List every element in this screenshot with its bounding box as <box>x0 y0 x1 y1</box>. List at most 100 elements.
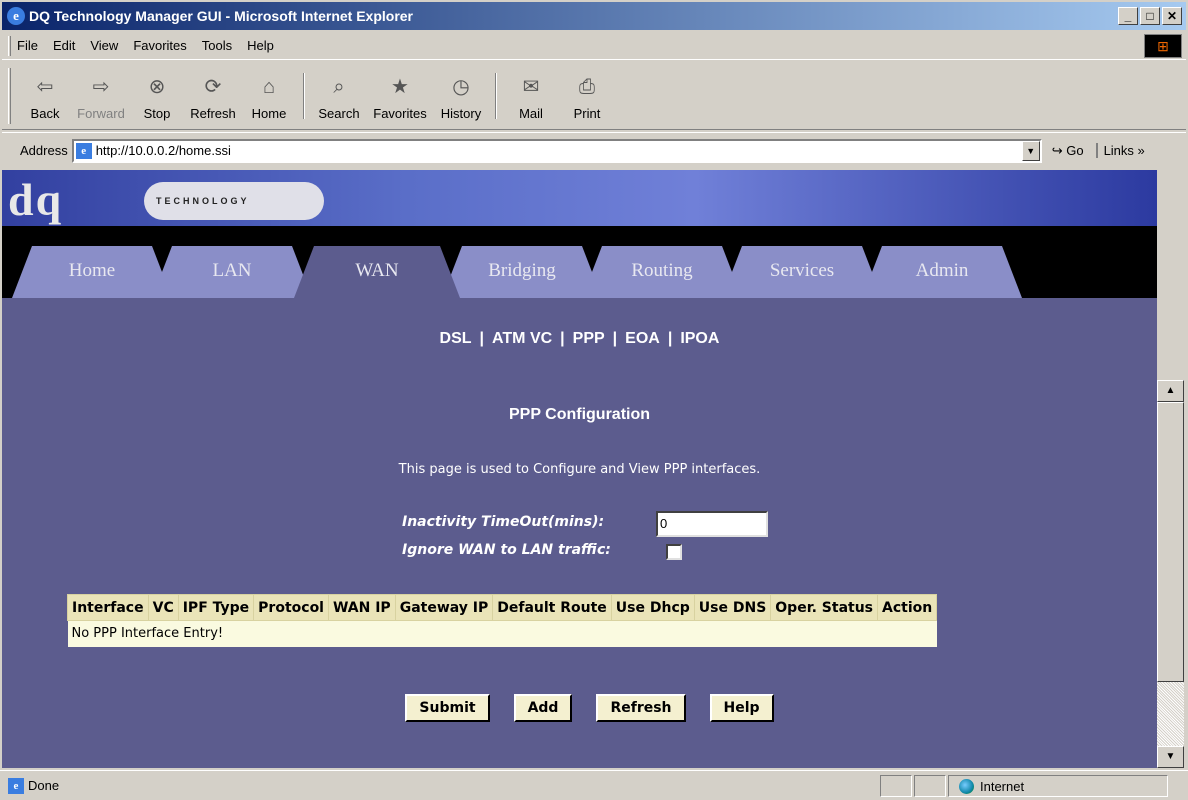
maximize-button[interactable]: □ <box>1140 7 1160 25</box>
tab-routing[interactable]: Routing <box>582 246 742 298</box>
print-icon: ⎙ <box>579 75 595 98</box>
menu-tools[interactable]: Tools <box>202 38 232 53</box>
address-bar: Address e http://10.0.0.2/home.ssi ▼ ↪ G… <box>2 132 1186 168</box>
address-label: Address <box>20 143 68 158</box>
close-button[interactable]: ✕ <box>1162 7 1182 25</box>
title-bar: e DQ Technology Manager GUI - Microsoft … <box>2 2 1186 30</box>
toolbar-separator <box>303 72 305 119</box>
go-label: Go <box>1066 142 1084 158</box>
add-button[interactable]: Add <box>513 694 573 722</box>
submit-button[interactable]: Submit <box>405 694 490 722</box>
scroll-thumb[interactable] <box>1157 402 1184 682</box>
col-wan-ip: WAN IP <box>327 594 396 621</box>
action-buttons: Submit Add Refresh Help <box>2 694 1157 722</box>
links-button[interactable]: Links » <box>1095 143 1145 158</box>
col-action: Action <box>877 594 938 621</box>
print-button[interactable]: ⎙ Print <box>559 66 615 126</box>
ie-icon: e <box>7 7 25 25</box>
tab-admin[interactable]: Admin <box>862 246 1022 298</box>
menu-favorites[interactable]: Favorites <box>133 38 186 53</box>
history-icon: ◷ <box>452 75 470 98</box>
status-panel <box>914 775 946 797</box>
inactivity-timeout-label: Inactivity TimeOut(mins): <box>402 514 605 530</box>
scroll-up-button[interactable]: ▲ <box>1157 380 1184 402</box>
stop-button[interactable]: ⊗ Stop <box>129 66 185 126</box>
help-button[interactable]: Help <box>709 694 774 722</box>
menu-grip <box>8 35 11 56</box>
toolbar-grip <box>8 67 11 124</box>
menu-bar: File Edit View Favorites Tools Help ⊞ <box>2 32 1186 60</box>
subnav-separator: | <box>479 330 485 347</box>
subnav-separator: | <box>667 330 673 347</box>
technology-badge: TECHNOLOGY <box>144 182 324 220</box>
forward-label: Forward <box>77 105 125 121</box>
table-row: No PPP Interface Entry! <box>67 620 937 647</box>
subnav-eoa[interactable]: EOA <box>625 330 660 347</box>
col-use-dhcp: Use Dhcp <box>610 594 695 621</box>
forward-button[interactable]: ⇨ Forward <box>73 66 129 126</box>
tab-home[interactable]: Home <box>12 246 172 298</box>
refresh-page-button[interactable]: Refresh <box>596 694 686 722</box>
home-label: Home <box>251 105 287 121</box>
empty-table-message: No PPP Interface Entry! <box>67 620 937 647</box>
col-default-route: Default Route <box>492 594 612 621</box>
mail-button[interactable]: ✉ Mail <box>503 66 559 126</box>
menu-help[interactable]: Help <box>247 38 274 53</box>
favorites-button[interactable]: ★ Favorites <box>367 66 433 126</box>
tab-bridging[interactable]: Bridging <box>442 246 602 298</box>
home-button[interactable]: ⌂ Home <box>241 66 297 126</box>
security-zone: Internet <box>948 775 1168 797</box>
page-description: This page is used to Configure and View … <box>398 462 761 477</box>
col-protocol: Protocol <box>253 594 329 621</box>
scroll-down-button[interactable]: ▼ <box>1157 746 1184 768</box>
ignore-wan-checkbox[interactable] <box>666 544 682 560</box>
vertical-scrollbar[interactable]: ▲ ▼ <box>1157 380 1184 768</box>
favorites-label: Favorites <box>373 105 427 121</box>
tab-services[interactable]: Services <box>722 246 882 298</box>
back-arrow-icon: ⇦ <box>36 75 54 98</box>
subnav-ipoa[interactable]: IPOA <box>680 330 719 347</box>
refresh-button[interactable]: ⟳ Refresh <box>185 66 241 126</box>
col-oper-status: Oper. Status <box>770 594 879 621</box>
status-panel <box>880 775 912 797</box>
tab-lan[interactable]: LAN <box>152 246 312 298</box>
minimize-button[interactable]: _ <box>1118 7 1138 25</box>
back-button[interactable]: ⇦ Back <box>17 66 73 126</box>
col-ipf-type: IPF Type <box>177 594 255 621</box>
status-text: Done <box>28 778 60 793</box>
print-label: Print <box>573 105 601 121</box>
window-title: DQ Technology Manager GUI - Microsoft In… <box>29 8 414 24</box>
address-input[interactable]: e http://10.0.0.2/home.ssi ▼ <box>71 138 1042 163</box>
subnav-ppp[interactable]: PPP <box>573 330 605 347</box>
tab-wan[interactable]: WAN <box>294 246 460 298</box>
sub-navigation: DSL | ATM VC | PPP | EOA | IPOA <box>2 330 1157 348</box>
menu-view[interactable]: View <box>90 38 118 53</box>
subnav-dsl[interactable]: DSL <box>440 330 472 347</box>
stop-label: Stop <box>143 105 171 121</box>
forward-arrow-icon: ⇨ <box>92 75 110 98</box>
col-gateway-ip: Gateway IP <box>394 594 494 621</box>
favorites-icon: ★ <box>391 75 409 98</box>
dq-logo: dq <box>8 174 64 225</box>
zone-label: Internet <box>980 778 1025 794</box>
scroll-track[interactable] <box>1157 682 1184 746</box>
address-dropdown-button[interactable]: ▼ <box>1021 140 1040 161</box>
menu-edit[interactable]: Edit <box>53 38 75 53</box>
ppp-interface-table: Interface VC IPF Type Protocol WAN IP Ga… <box>67 594 938 647</box>
home-icon: ⌂ <box>262 75 276 98</box>
back-label: Back <box>30 105 60 121</box>
col-interface: Interface <box>67 594 149 621</box>
page-title: PPP Configuration <box>508 406 651 423</box>
history-button[interactable]: ◷ History <box>433 66 489 126</box>
browser-window: e DQ Technology Manager GUI - Microsoft … <box>0 0 1188 800</box>
page-icon: e <box>75 142 92 159</box>
menu-file[interactable]: File <box>17 38 38 53</box>
go-button[interactable]: ↪ Go <box>1052 143 1084 159</box>
inactivity-timeout-input[interactable]: 0 <box>656 511 768 537</box>
toolbar-separator <box>495 72 497 119</box>
col-vc: VC <box>147 594 179 621</box>
subnav-atm-vc[interactable]: ATM VC <box>492 330 552 347</box>
search-button[interactable]: ⌕ Search <box>311 66 367 126</box>
mail-label: Mail <box>519 105 543 121</box>
main-tabs: Home LAN Bridging Routing Services Admin… <box>2 246 1157 298</box>
